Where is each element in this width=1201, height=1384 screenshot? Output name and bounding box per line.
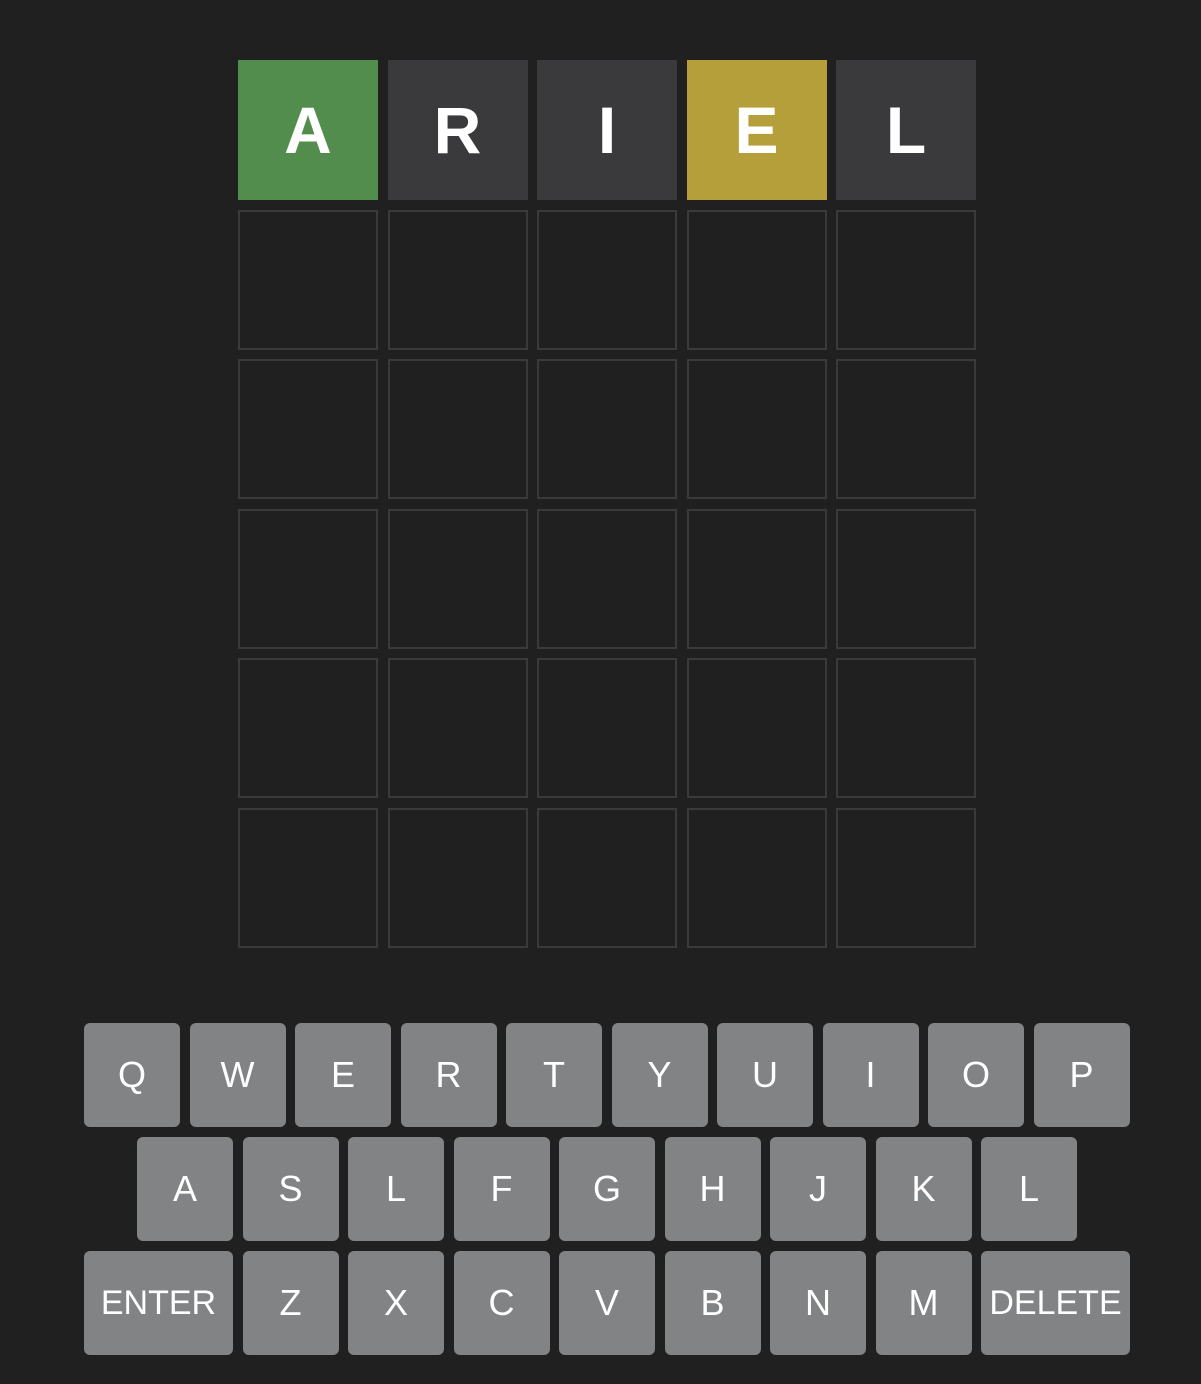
key-s[interactable]: S [242,1137,339,1241]
key-k[interactable]: K [875,1137,972,1241]
tile [537,209,677,350]
tile [686,209,827,350]
keyboard-row-2: A S L F G H J K L [137,1137,1077,1241]
tile [686,508,827,649]
tile: E [686,60,827,200]
tile [238,807,378,948]
tile [836,508,976,649]
key-r[interactable]: R [400,1023,497,1127]
key-m[interactable]: M [875,1251,972,1355]
key-y[interactable]: Y [611,1023,708,1127]
tile [387,508,528,649]
key-o[interactable]: O [928,1023,1024,1127]
tile [238,209,378,350]
keyboard-row-1: Q W E R T Y U I O P [84,1023,1130,1127]
key-g[interactable]: G [559,1137,655,1241]
key-x[interactable]: X [348,1251,444,1355]
tile [537,807,677,948]
key-b[interactable]: B [664,1251,761,1355]
key-l[interactable]: L [981,1137,1077,1241]
tile [387,658,528,798]
key-v[interactable]: V [559,1251,655,1355]
key-n[interactable]: N [770,1251,866,1355]
tile [238,508,378,649]
key-j[interactable]: J [770,1137,866,1241]
tile: I [537,60,677,200]
tile [686,807,827,948]
tile [836,359,976,499]
tile: L [836,60,976,200]
key-w[interactable]: W [189,1023,286,1127]
tile [537,359,677,499]
key-c[interactable]: C [453,1251,550,1355]
tile [686,658,827,798]
key-t[interactable]: T [506,1023,602,1127]
tile: A [238,60,378,200]
key-p[interactable]: P [1033,1023,1130,1127]
tile [387,807,528,948]
tile [238,658,378,798]
key-u[interactable]: U [717,1023,813,1127]
tile [836,209,976,350]
key-h[interactable]: H [664,1137,761,1241]
key-a[interactable]: A [137,1137,233,1241]
key-i[interactable]: I [822,1023,919,1127]
tile [387,209,528,350]
tile [836,658,976,798]
enter-key[interactable]: ENTER [84,1251,233,1355]
key-z[interactable]: Z [242,1251,339,1355]
key-l[interactable]: L [348,1137,444,1241]
tile [537,508,677,649]
tile [836,807,976,948]
tile [387,359,528,499]
keyboard-row-3: ENTER Z X C V B N M DELETE [84,1251,1130,1355]
game-board: A R I E L [238,60,976,948]
key-f[interactable]: F [453,1137,550,1241]
delete-key[interactable]: DELETE [981,1251,1130,1355]
tile [238,359,378,499]
tile [686,359,827,499]
key-e[interactable]: E [295,1023,391,1127]
tile: R [387,60,528,200]
key-q[interactable]: Q [84,1023,180,1127]
tile [537,658,677,798]
